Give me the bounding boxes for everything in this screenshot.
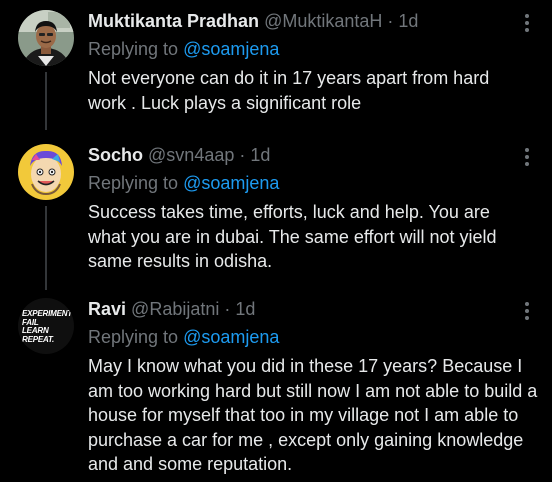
timestamp[interactable]: 1d (398, 11, 418, 31)
reply-item[interactable]: Muktikanta Pradhan @MuktikantaH · 1d Rep… (0, 10, 552, 130)
reply-content: Muktikanta Pradhan @MuktikantaH · 1d Rep… (88, 10, 538, 115)
display-name[interactable]: Socho (88, 145, 143, 165)
reply-header: Ravi @Rabijatni · 1d (88, 298, 538, 320)
display-name[interactable]: Ravi (88, 299, 126, 319)
reply-content: Ravi @Rabijatni · 1d Replying to @soamje… (88, 298, 538, 477)
experiment-logo-icon: EXPERIMENT FAIL LEARN REPEAT. (18, 298, 74, 344)
thread-line (45, 72, 47, 130)
timestamp[interactable]: 1d (235, 299, 255, 319)
reply-item[interactable]: EXPERIMENT FAIL LEARN REPEAT. Ravi @Rabi… (0, 298, 552, 482)
more-options-icon[interactable] (524, 14, 530, 36)
reply-text: Success takes time, efforts, luck and he… (88, 202, 497, 271)
avatar-logo-line: REPEAT. (22, 334, 55, 344)
reply-header: Socho @svn4aap · 1d (88, 144, 538, 166)
replying-to-label: Replying to (88, 173, 179, 193)
replying-to-label: Replying to (88, 39, 179, 59)
reply-header: Muktikanta Pradhan @MuktikantaH · 1d (88, 10, 538, 32)
replying-to: Replying to @soamjena (88, 326, 538, 348)
thread-line (45, 206, 47, 290)
replying-to-label: Replying to (88, 327, 179, 347)
display-name[interactable]: Muktikanta Pradhan (88, 11, 259, 31)
mention-link[interactable]: @soamjena (183, 173, 279, 193)
replying-to: Replying to @soamjena (88, 38, 538, 60)
replying-to: Replying to @soamjena (88, 172, 538, 194)
separator-dot: · (224, 299, 231, 319)
more-options-icon[interactable] (524, 302, 530, 324)
cartoon-face-icon (18, 144, 74, 200)
avatar[interactable]: EXPERIMENT FAIL LEARN REPEAT. (18, 298, 74, 354)
reply-content: Socho @svn4aap · 1d Replying to @soamjen… (88, 144, 538, 274)
reply-text: Not everyone can do it in 17 years apart… (88, 68, 490, 113)
more-options-icon[interactable] (524, 148, 530, 170)
mention-link[interactable]: @soamjena (183, 39, 279, 59)
user-handle[interactable]: @Rabijatni (131, 299, 219, 319)
reply-item[interactable]: Socho @svn4aap · 1d Replying to @soamjen… (0, 144, 552, 290)
mention-link[interactable]: @soamjena (183, 327, 279, 347)
separator-dot: · (239, 145, 246, 165)
reply-text: May I know what you did in these 17 year… (88, 356, 538, 474)
avatar[interactable] (18, 10, 74, 66)
user-handle[interactable]: @svn4aap (148, 145, 234, 165)
profile-photo-man-icon (18, 10, 74, 66)
separator-dot: · (387, 11, 394, 31)
user-handle[interactable]: @MuktikantaH (264, 11, 382, 31)
avatar[interactable] (18, 144, 74, 200)
timestamp[interactable]: 1d (250, 145, 270, 165)
